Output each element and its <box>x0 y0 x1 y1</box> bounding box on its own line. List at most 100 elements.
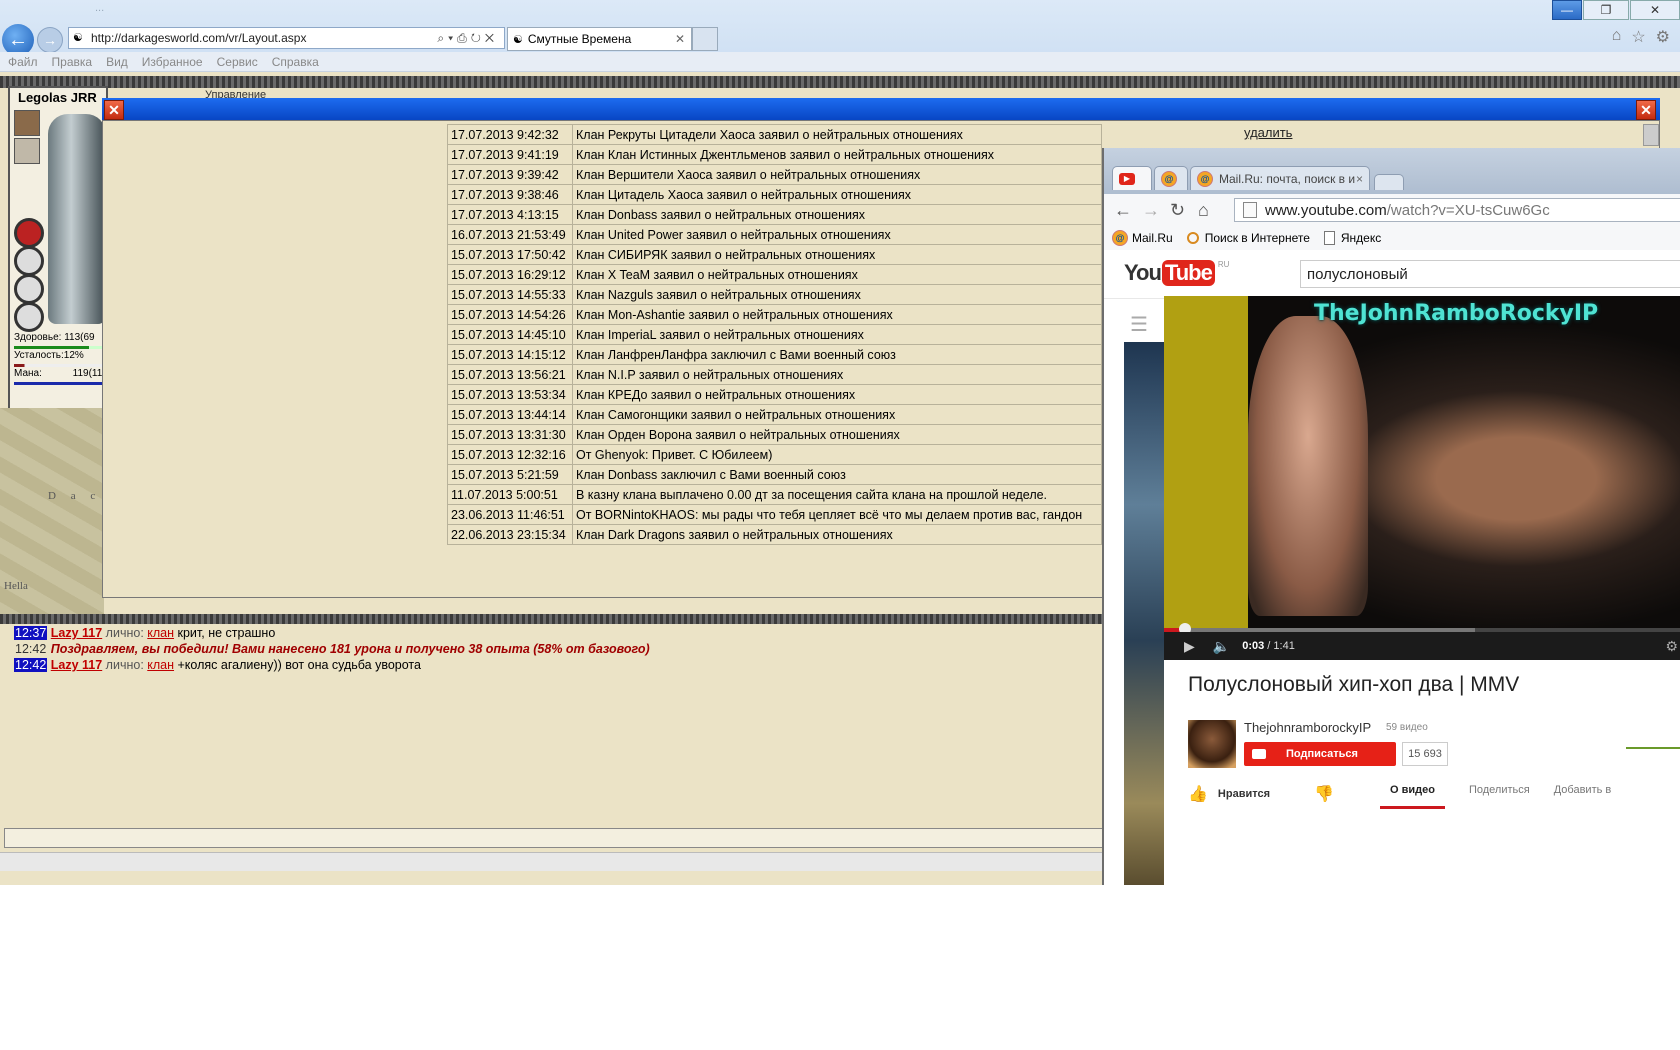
chrome-forward-icon[interactable]: → <box>1142 200 1160 221</box>
equipment-slot-amulet[interactable] <box>14 138 40 164</box>
event-message: Клан КРЕДо заявил о нейтральных отношени… <box>572 384 1102 405</box>
new-tab-button[interactable] <box>692 27 718 51</box>
settings-gear-icon[interactable]: ⚙ <box>1665 638 1678 655</box>
subscriber-count: 15 693 <box>1402 742 1448 766</box>
tab-close-icon[interactable]: × <box>1356 172 1363 186</box>
menu-file[interactable]: Файл <box>8 55 38 69</box>
event-time: 16.07.2013 21:53:49 <box>447 224 573 245</box>
modal-close-button-right[interactable]: ✕ <box>1636 100 1656 120</box>
health-value: 113(69 <box>64 332 95 343</box>
event-message: Клан Dark Dragons заявил о нейтральных о… <box>572 524 1102 545</box>
event-message: Клан Орден Ворона заявил о нейтральных о… <box>572 424 1102 445</box>
equipment-slot-helmet[interactable] <box>14 110 40 136</box>
menu-edit[interactable]: Правка <box>52 55 93 69</box>
guide-menu-icon[interactable]: ☰ <box>1130 312 1148 337</box>
video-player[interactable]: TheJohnRamboRockyIP ▶ 🔈 0:03 / 1:41 ⚙ <box>1164 296 1680 660</box>
tab-close-icon[interactable]: ✕ <box>675 32 691 46</box>
event-row: 15.07.2013 14:54:26 Клан Mon-Ashantie зая… <box>447 304 1102 325</box>
omnibox-host: www.youtube.com <box>1265 201 1387 219</box>
logo-you: You <box>1124 260 1162 285</box>
equipment-slot-shield[interactable] <box>14 218 44 248</box>
modal-scrollbar[interactable] <box>1643 124 1659 146</box>
event-row: 15.07.2013 13:56:21 Клан N.I.P заявил о н… <box>447 364 1102 385</box>
ie-menubar: Файл Правка Вид Избранное Сервис Справка <box>0 52 1680 72</box>
menu-tools[interactable]: Сервис <box>217 55 258 69</box>
event-time: 11.07.2013 5:00:51 <box>447 484 573 505</box>
chat-input[interactable] <box>4 828 1104 848</box>
mail-favicon-icon: @ <box>1161 170 1177 187</box>
chrome-tab-mail-1[interactable]: @ <box>1154 166 1188 190</box>
thumbs-down-icon[interactable]: 👎 <box>1314 784 1334 804</box>
ring-slot-1[interactable] <box>14 246 44 276</box>
chat-text: +коляс агалиену)) вот она судьба уворота <box>174 658 421 672</box>
chat-clan-link[interactable]: клан <box>147 658 174 672</box>
bookmark-mailru[interactable]: @ Mail.Ru <box>1112 230 1173 246</box>
character-avatar <box>48 114 106 324</box>
close-window-button[interactable]: ✕ <box>1630 0 1680 20</box>
minimize-button[interactable]: — <box>1552 0 1582 20</box>
ie-status-bar <box>0 852 1102 871</box>
address-bar[interactable]: ☯ http://darkagesworld.com/vr/Layout.asp… <box>68 27 505 49</box>
bookmark-yandex[interactable]: Яндекс <box>1323 231 1381 245</box>
like-label[interactable]: Нравится <box>1218 788 1270 800</box>
chrome-tab-mail-2[interactable]: @ Mail.Ru: почта, поиск в и × <box>1190 166 1370 190</box>
tab-share[interactable]: Поделиться <box>1469 784 1530 809</box>
chrome-tab-youtube[interactable]: ▶ <box>1112 166 1152 190</box>
thumbs-up-icon[interactable]: 👍 <box>1188 784 1208 804</box>
menu-help[interactable]: Справка <box>272 55 319 69</box>
channel-video-count[interactable]: 59 видео <box>1386 722 1428 733</box>
menu-favorites[interactable]: Избранное <box>142 55 203 69</box>
chrome-home-icon[interactable]: ⌂ <box>1198 200 1209 221</box>
video-controls: ▶ 🔈 0:03 / 1:41 ⚙ <box>1164 632 1680 660</box>
home-icon[interactable]: ⌂ <box>1612 27 1622 47</box>
youtube-search-input[interactable]: полуслоновый <box>1300 260 1680 288</box>
ie-tab-active[interactable]: ☯ Смутные Времена ✕ <box>507 27 692 51</box>
tab-add-to[interactable]: Добавить в <box>1554 784 1612 809</box>
event-message: От BORNintoKHAOS: мы рады что тебя цепля… <box>572 504 1102 525</box>
youtube-play-icon <box>1252 749 1266 759</box>
bookmark-search[interactable]: Поиск в Интернете <box>1186 231 1310 245</box>
clan-events-table: 17.07.2013 9:42:32 Клан Рекруты Цитадели … <box>447 124 1102 545</box>
omnibox-path: /watch?v=XU-tsCuw6Gc <box>1386 201 1550 219</box>
subscribe-button[interactable]: Подписаться <box>1244 742 1396 766</box>
maximize-button[interactable]: ❐ <box>1583 0 1629 20</box>
health-label: Здоровье: <box>14 332 62 343</box>
chrome-back-icon[interactable]: ← <box>1114 200 1132 221</box>
event-time: 15.07.2013 12:32:16 <box>447 444 573 465</box>
tab-favicon-icon: ☯ <box>513 33 523 46</box>
ring-slot-2[interactable] <box>14 274 44 304</box>
chat-nick[interactable]: Lazy 117 <box>51 626 102 640</box>
window-controls: — ❐ ✕ <box>1551 0 1680 20</box>
event-message: Клан Клан Истинных Джентльменов заявил о… <box>572 144 1102 165</box>
chat-private-label: лично: <box>102 658 148 672</box>
youtube-logo[interactable]: You Tube RU <box>1124 260 1229 286</box>
mana-value: 119(11 <box>72 368 103 379</box>
chat-nick[interactable]: Lazy 117 <box>51 658 102 672</box>
address-tools-icons[interactable]: ⌕▾⎙↻✕ <box>437 31 504 46</box>
chat-system-message: 12:42 Поздравляем, вы победили! Вами нан… <box>14 642 650 656</box>
event-time: 15.07.2013 14:15:12 <box>447 344 573 365</box>
forward-button[interactable]: → <box>37 27 63 53</box>
gear-icon[interactable]: ⚙ <box>1656 27 1670 47</box>
delete-link[interactable]: удалить <box>1244 125 1292 140</box>
chrome-omnibox[interactable]: www.youtube.com/watch?v=XU-tsCuw6Gc <box>1234 198 1680 222</box>
chrome-new-tab-button[interactable] <box>1374 174 1404 190</box>
volume-icon[interactable]: 🔈 <box>1213 638 1230 655</box>
ring-slot-3[interactable] <box>14 302 44 332</box>
ie-title-ghost: ... <box>95 2 105 14</box>
tab-about[interactable]: О видео <box>1380 784 1445 809</box>
site-favicon-icon: ☯ <box>73 32 83 44</box>
event-row: 15.07.2013 14:15:12 Клан ЛанфренЛанфра за… <box>447 344 1102 365</box>
modal-close-button-left[interactable]: ✕ <box>104 100 124 120</box>
favorites-star-icon[interactable]: ☆ <box>1631 27 1645 47</box>
play-icon[interactable]: ▶ <box>1184 638 1195 655</box>
chat-clan-link[interactable]: клан <box>147 626 174 640</box>
character-panel: Legolas JRR Здоровье: 113(69 Усталость:1… <box>8 86 108 410</box>
page-icon <box>1243 202 1257 218</box>
channel-name[interactable]: ThejohnramborockyIP <box>1244 720 1371 735</box>
chrome-reload-icon[interactable]: ↻ <box>1170 200 1185 221</box>
fatigue-bar <box>14 364 102 367</box>
menu-view[interactable]: Вид <box>106 55 128 69</box>
mail-favicon-icon: @ <box>1197 170 1213 187</box>
channel-avatar[interactable] <box>1188 720 1236 768</box>
